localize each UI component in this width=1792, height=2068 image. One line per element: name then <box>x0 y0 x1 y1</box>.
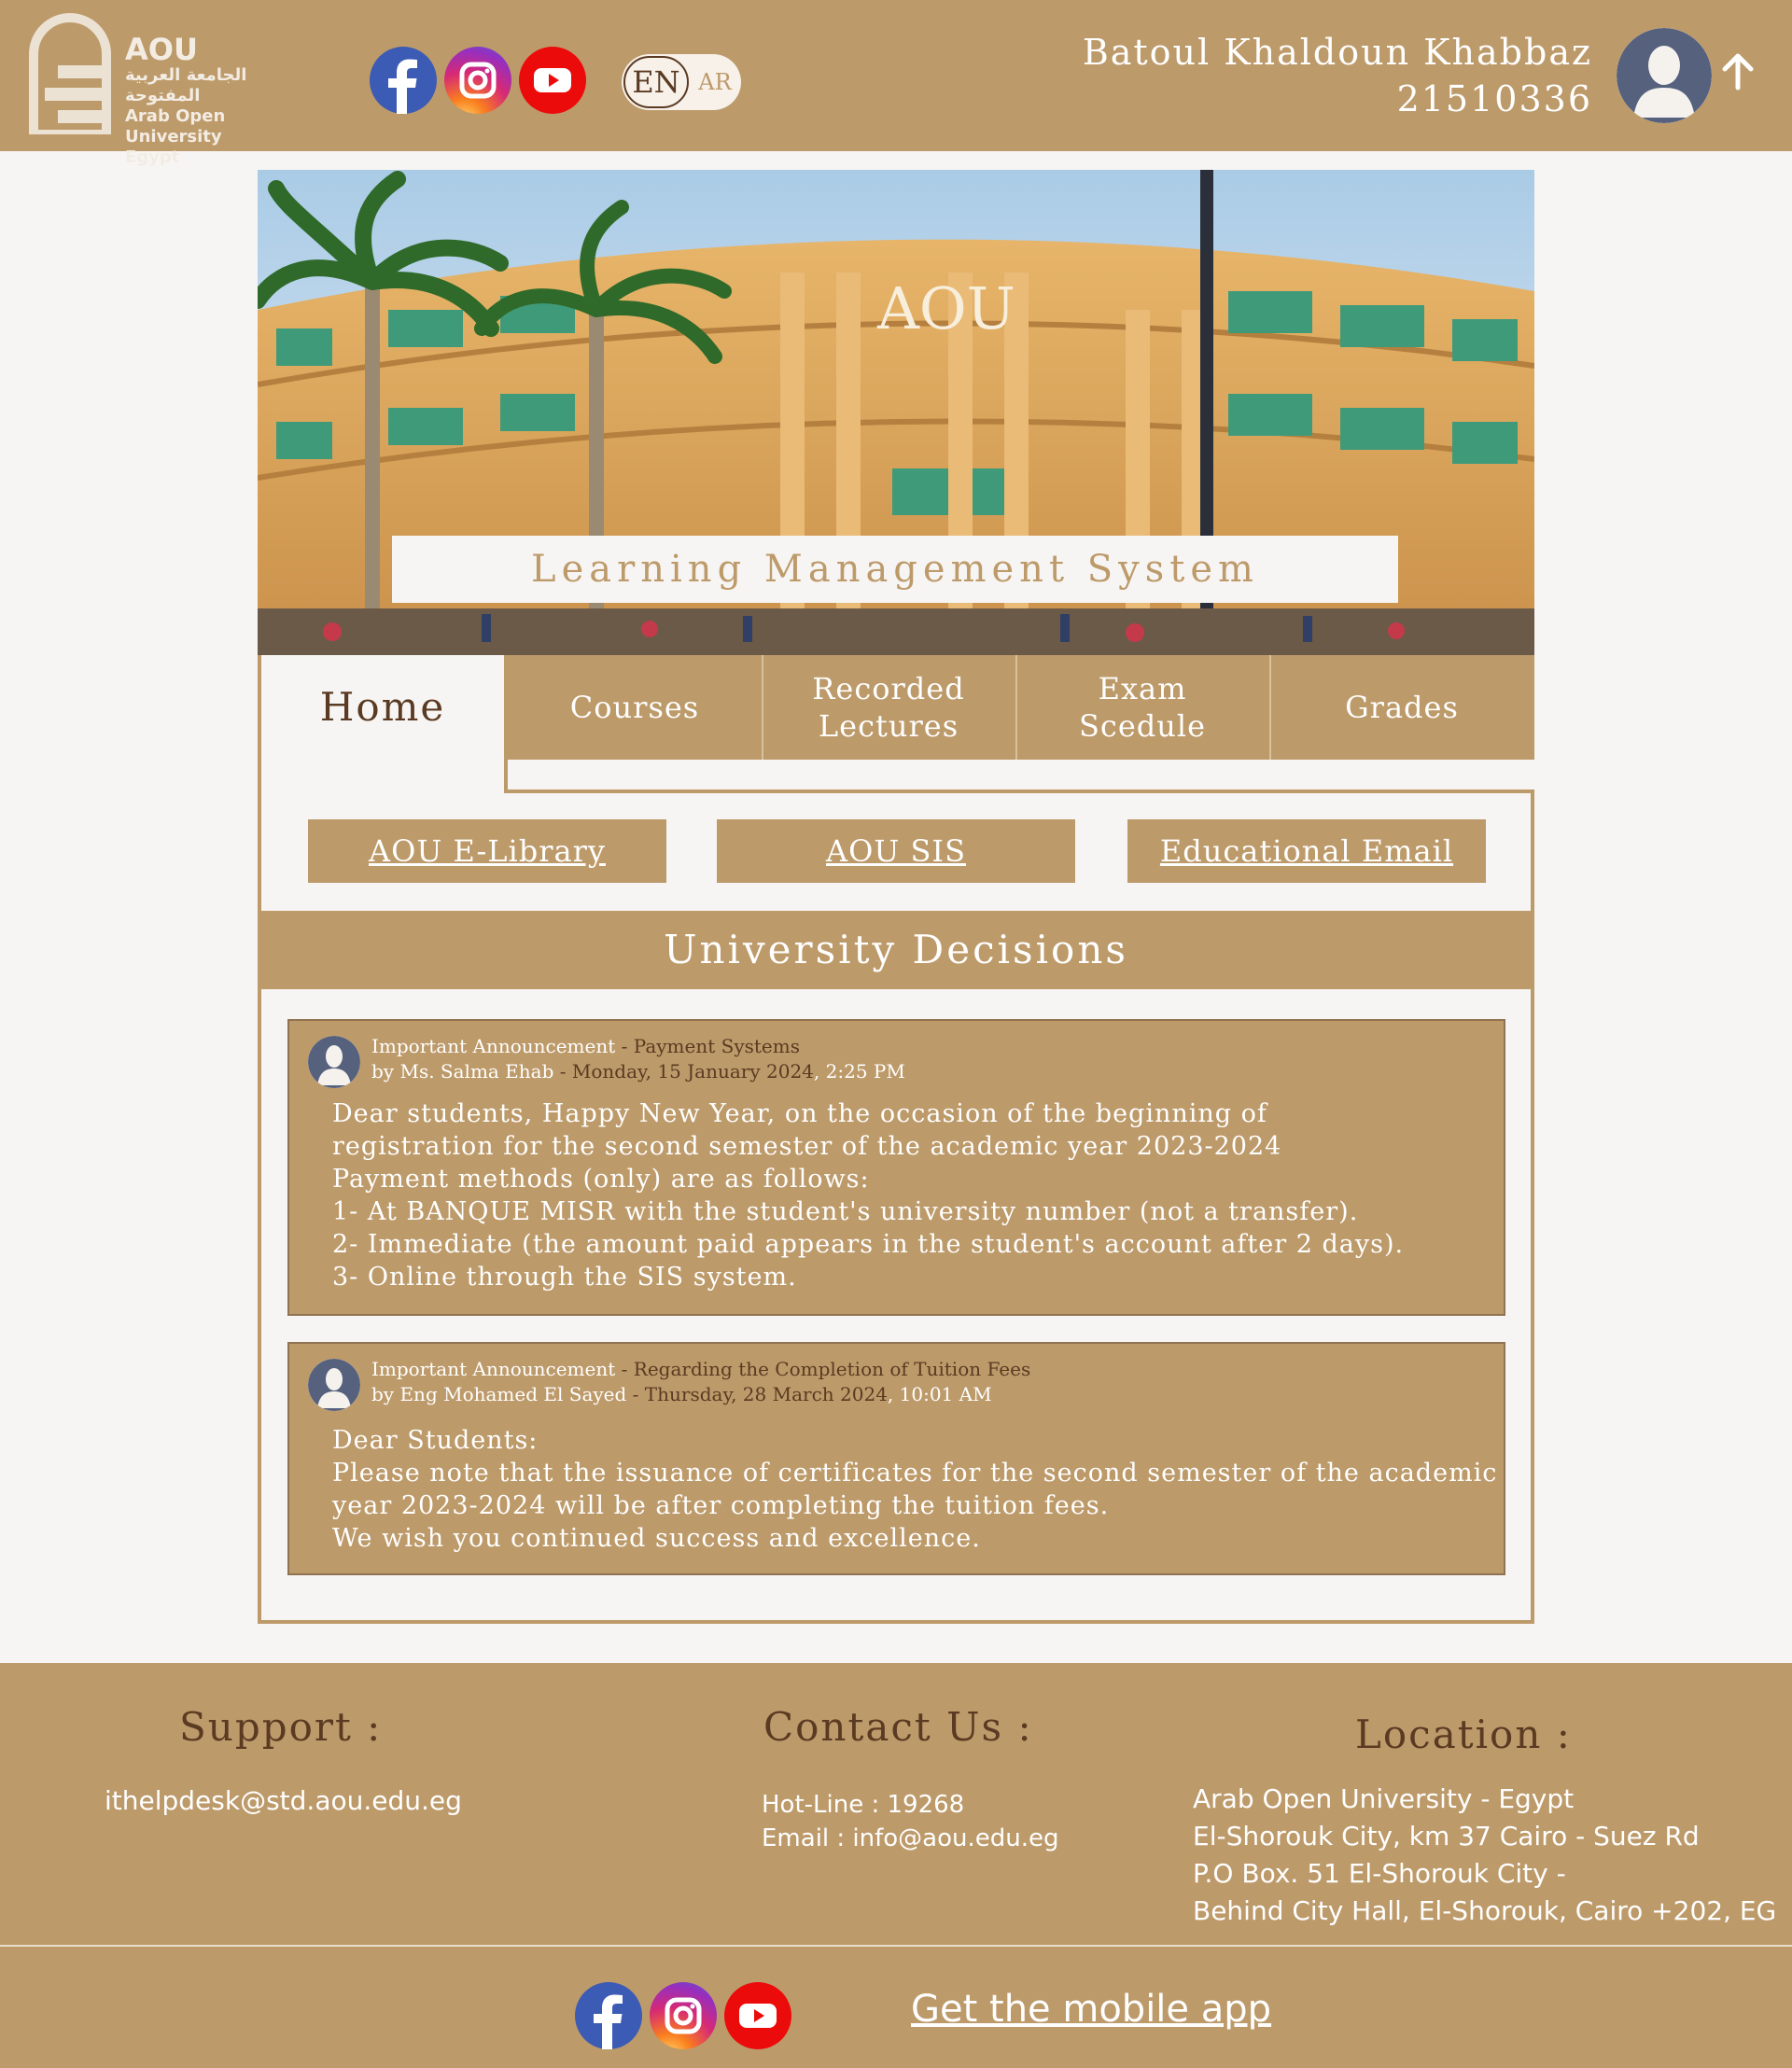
panel-border <box>504 789 1534 793</box>
nav-divider <box>762 655 763 760</box>
footer: Support : ithelpdesk@std.aou.edu.eg Cont… <box>0 1663 1792 2068</box>
get-mobile-app-link[interactable]: Get the mobile app <box>911 1988 1271 2031</box>
announcement-line: Dear students, Happy New Year, on the oc… <box>332 1099 1267 1128</box>
aou-logo[interactable]: AOU الجامعة العربية المفتوحة Arab Open U… <box>28 13 327 167</box>
location-address: Arab Open University - Egypt El-Shorouk … <box>1193 1781 1776 1930</box>
announcement-date: Monday, 15 January 2024 <box>571 1060 814 1083</box>
announcement-author: by Ms. Salma Ehab <box>371 1060 554 1083</box>
announcement-line: year 2023-2024 will be after completing … <box>332 1491 1110 1520</box>
footer-divider <box>0 1945 1792 1947</box>
announcement-body: Dear Students: Please note that the issua… <box>332 1424 1497 1555</box>
hero-banner-aou-text: AOU <box>876 274 1015 342</box>
announcement-line: 2- Immediate (the amount paid appears in… <box>332 1230 1405 1259</box>
logo-abbr: AOU <box>125 32 198 67</box>
announcement-line: 3- Online through the SIS system. <box>332 1263 797 1292</box>
user-id: 21510336 <box>1396 78 1592 119</box>
logo-english-name: Arab Open University <box>125 106 226 147</box>
facebook-icon[interactable] <box>575 1982 642 2049</box>
contact-hotline: Hot-Line : 19268 <box>762 1791 965 1819</box>
instagram-icon[interactable] <box>650 1982 717 2049</box>
announcement-type: Important Announcement <box>371 1358 616 1380</box>
language-toggle[interactable]: EN AR <box>622 54 741 110</box>
announcement-date: Thursday, 28 March 2024 <box>644 1383 888 1405</box>
tab-grades[interactable]: Grades <box>1269 655 1534 760</box>
announcement-line: Payment methods (only) are as follows: <box>332 1165 870 1194</box>
announcement-time: 2:25 PM <box>825 1060 905 1083</box>
header: AOU الجامعة العربية المفتوحة Arab Open U… <box>0 0 1792 167</box>
user-avatar[interactable] <box>1617 28 1712 123</box>
location-line: P.O Box. 51 El-Shorouk City - <box>1193 1858 1566 1889</box>
logo-arabic-name: الجامعة العربية المفتوحة <box>125 65 247 105</box>
user-silhouette-icon <box>1617 28 1712 123</box>
logo-country: Egypt <box>125 147 180 167</box>
tab-recorded-lectures-label: Recorded Lectures <box>812 671 965 744</box>
user-silhouette-icon <box>308 1359 360 1411</box>
announcement-author: by Eng Mohamed El Sayed <box>371 1383 627 1405</box>
announcement-body: Dear students, Happy New Year, on the oc… <box>332 1097 1404 1293</box>
sis-link[interactable]: AOU SIS <box>717 819 1075 883</box>
announcement-type: Important Announcement <box>371 1035 616 1057</box>
nav-divider <box>1015 655 1017 760</box>
scroll-up-arrow-icon[interactable] <box>1719 50 1757 91</box>
hero-banner: AOU Learning Management System <box>258 170 1534 655</box>
contact-email[interactable]: Email : info@aou.edu.eg <box>762 1822 1059 1855</box>
location-line: Behind City Hall, El-Shorouk, Cairo +202… <box>1193 1895 1777 1926</box>
logo-text: AOU الجامعة العربية المفتوحة Arab Open U… <box>125 34 327 168</box>
announcement-header: Important Announcement - Payment Systems… <box>371 1035 905 1083</box>
language-ar-option[interactable]: AR <box>693 56 737 108</box>
location-heading: Location : <box>1355 1712 1572 1757</box>
aou-logo-mark-icon <box>29 13 111 134</box>
instagram-icon[interactable] <box>444 47 511 114</box>
hero-title: Learning Management System <box>392 536 1398 603</box>
section-title: University Decisions <box>258 911 1534 989</box>
announcement-line: Please note that the issuance of certifi… <box>332 1459 1498 1488</box>
announcement-line: registration for the second semester of … <box>332 1132 1282 1161</box>
announcement-subject: Regarding the Completion of Tuition Fees <box>633 1358 1031 1380</box>
nav-divider <box>1269 655 1271 760</box>
user-silhouette-icon <box>308 1036 360 1088</box>
announcement-card: Important Announcement - Regarding the C… <box>287 1342 1505 1575</box>
contact-heading: Contact Us : <box>763 1704 1033 1750</box>
user-name: Batoul Khaldoun Khabbaz <box>1082 32 1592 73</box>
panel-border <box>504 760 508 793</box>
youtube-icon[interactable] <box>724 1982 791 2049</box>
author-avatar <box>308 1359 360 1411</box>
facebook-icon[interactable] <box>370 47 437 114</box>
panel-border <box>258 760 261 1624</box>
author-avatar <box>308 1036 360 1088</box>
location-line: Arab Open University - Egypt <box>1193 1783 1575 1814</box>
e-library-link[interactable]: AOU E-Library <box>308 819 666 883</box>
tab-exam-schedule[interactable]: Exam Scedule <box>1015 655 1269 760</box>
announcement-line: 1- At BANQUE MISR with the student's uni… <box>332 1197 1359 1226</box>
tab-home[interactable]: Home <box>258 655 508 760</box>
main-nav: Home Courses Recorded Lectures Exam Sced… <box>258 655 1534 760</box>
panel-border <box>258 1620 1534 1624</box>
support-heading: Support : <box>179 1704 383 1750</box>
youtube-icon[interactable] <box>519 47 586 114</box>
announcement-header: Important Announcement - Regarding the C… <box>371 1358 1031 1405</box>
support-email[interactable]: ithelpdesk@std.aou.edu.eg <box>105 1782 462 1820</box>
tab-recorded-lectures[interactable]: Recorded Lectures <box>762 655 1015 760</box>
location-line: El-Shorouk City, km 37 Cairo - Suez Rd <box>1193 1821 1700 1851</box>
educational-email-link[interactable]: Educational Email <box>1127 819 1486 883</box>
tab-courses[interactable]: Courses <box>508 655 762 760</box>
announcement-card: Important Announcement - Payment Systems… <box>287 1019 1505 1316</box>
announcement-subject: Payment Systems <box>633 1035 800 1057</box>
announcement-time: 10:01 AM <box>899 1383 992 1405</box>
announcement-line: We wish you continued success and excell… <box>332 1524 981 1553</box>
announcement-line: Dear Students: <box>332 1426 539 1455</box>
language-en-option[interactable]: EN <box>623 56 689 108</box>
tab-exam-schedule-label: Exam Scedule <box>1078 671 1207 744</box>
